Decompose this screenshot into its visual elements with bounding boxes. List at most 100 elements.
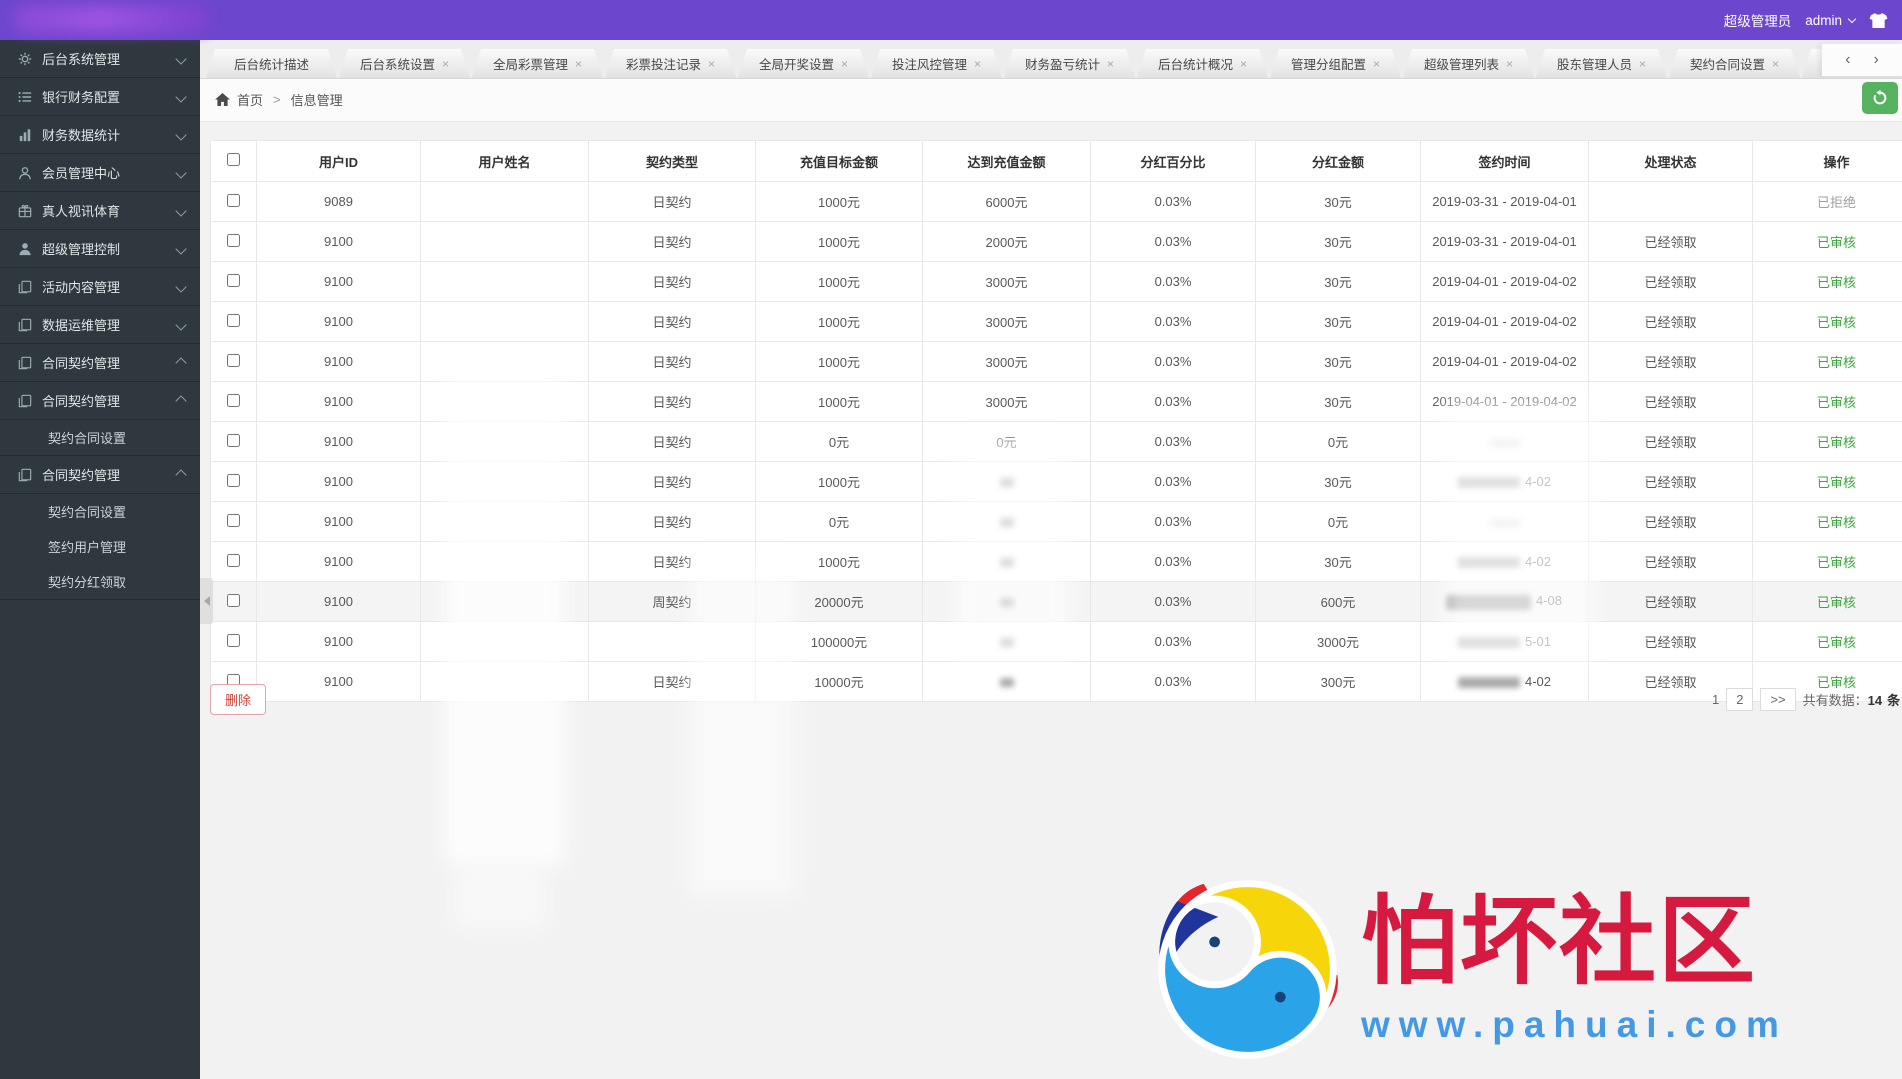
sidebar-item-8[interactable]: 合同契约管理 <box>0 344 200 382</box>
cell-contract-type: 日契约 <box>588 421 756 462</box>
sign-time-suffix: 4-02 <box>1524 674 1552 689</box>
sidebar-collapse-handle[interactable] <box>200 578 213 624</box>
tab-6[interactable]: 财务盈亏统计 × <box>1004 49 1135 78</box>
row-checkbox[interactable] <box>227 473 240 487</box>
sidebar-subitem[interactable]: 契约合同设置 <box>0 494 200 529</box>
sidebar-item-3[interactable]: 会员管理中心 <box>0 154 200 192</box>
row-checkbox[interactable] <box>227 433 240 447</box>
action-status-approved[interactable]: 已审核 <box>1817 515 1856 530</box>
action-status-approved[interactable]: 已审核 <box>1817 355 1856 370</box>
action-status-approved[interactable]: 已审核 <box>1817 235 1856 250</box>
row-checkbox[interactable] <box>227 233 240 247</box>
action-status-approved[interactable]: 已审核 <box>1817 595 1856 610</box>
sidebar-item-1[interactable]: 银行财务配置 <box>0 78 200 116</box>
row-checkbox[interactable] <box>227 393 240 407</box>
tab-8[interactable]: 管理分组配置 × <box>1270 49 1401 78</box>
tab-label: 彩票投注记录 <box>625 58 701 72</box>
sidebar-item-4[interactable]: 真人视讯体育 <box>0 192 200 230</box>
cell-target-amount: 20000元 <box>755 581 923 622</box>
cell-dividend-percent: 0.03% <box>1090 461 1256 502</box>
tab-2[interactable]: 全局彩票管理 × <box>472 49 603 78</box>
column-header: 充值目标金额 <box>755 140 923 182</box>
tab-close-icon[interactable]: × <box>442 58 449 70</box>
tab-5[interactable]: 投注风控管理 × <box>871 49 1002 78</box>
username-label: admin <box>1805 12 1842 28</box>
tab-close-icon[interactable]: × <box>1639 58 1646 70</box>
tab-3[interactable]: 彩票投注记录 × <box>605 49 736 78</box>
action-status-approved[interactable]: 已审核 <box>1817 275 1856 290</box>
sidebar-item-7[interactable]: 数据运维管理 <box>0 306 200 344</box>
sidebar-item-6[interactable]: 活动内容管理 <box>0 268 200 306</box>
sidebar-item-10[interactable]: 合同契约管理 <box>0 456 200 494</box>
select-all-checkbox[interactable] <box>227 153 240 166</box>
cell-process-status: 已经领取 <box>1588 301 1753 342</box>
tab-11[interactable]: 契约合同设置 × <box>1669 49 1800 78</box>
tab-close-icon[interactable]: × <box>708 58 715 70</box>
cell-dividend-amount: 30元 <box>1255 221 1421 262</box>
action-status-approved[interactable]: 已审核 <box>1817 475 1856 490</box>
tab-label: 后台统计描述 <box>233 58 309 72</box>
tab-0[interactable]: 后台统计描述 <box>206 49 337 78</box>
sidebar-subitem[interactable]: 签约用户管理 <box>0 529 200 564</box>
chevron-up-icon <box>175 394 187 407</box>
sidebar-subitem[interactable]: 契约分红领取 <box>0 564 200 599</box>
tab-7[interactable]: 后台统计概况 × <box>1137 49 1268 78</box>
cell-process-status <box>1588 181 1753 222</box>
sidebar-item-9[interactable]: 合同契约管理 <box>0 382 200 420</box>
page-button-1[interactable]: 1 <box>1712 692 1719 707</box>
row-checkbox[interactable] <box>227 193 240 207</box>
row-checkbox[interactable] <box>227 313 240 327</box>
user-menu[interactable]: admin <box>1805 12 1857 28</box>
page-button-2[interactable]: 2 <box>1726 688 1754 711</box>
cell-dividend-percent: 0.03% <box>1090 421 1256 462</box>
tab-scroll-right-icon[interactable]: › <box>1874 52 1879 68</box>
cell-sign-time: 2019-04-01 - 2019-04-02 <box>1420 261 1589 302</box>
sign-time-suffix: 4-02 <box>1524 554 1552 569</box>
tab-close-icon[interactable]: × <box>1373 58 1380 70</box>
tab-close-icon[interactable]: × <box>974 58 981 70</box>
row-checkbox[interactable] <box>227 513 240 527</box>
row-checkbox[interactable] <box>227 353 240 367</box>
row-checkbox[interactable] <box>227 633 240 647</box>
delete-button[interactable]: 删除 <box>210 684 267 715</box>
tab-4[interactable]: 全局开奖设置 × <box>738 49 869 78</box>
action-status-approved[interactable]: 已审核 <box>1817 555 1856 570</box>
sidebar-item-5[interactable]: 超级管理控制 <box>0 230 200 268</box>
action-status-approved[interactable]: 已审核 <box>1817 635 1856 650</box>
sidebar-subitem[interactable]: 契约合同设置 <box>0 420 200 455</box>
table-row: 9100 日契约 1000元 3000元 0.03% 30元 2019-04-01 - 20… <box>210 261 1902 302</box>
row-checkbox[interactable] <box>227 273 240 287</box>
cell-dividend-percent: 0.03% <box>1090 541 1256 582</box>
tab-close-icon[interactable]: × <box>841 58 848 70</box>
refresh-button[interactable] <box>1862 82 1898 114</box>
sidebar-item-0[interactable]: 后台系统管理 <box>0 40 200 78</box>
tab-1[interactable]: 后台系统设置 × <box>339 49 470 78</box>
tab-close-icon[interactable]: × <box>575 58 582 70</box>
tab-close-icon[interactable]: × <box>1506 58 1513 70</box>
tab-9[interactable]: 超级管理列表 × <box>1403 49 1534 78</box>
cell-dividend-percent: 0.03% <box>1090 581 1256 622</box>
theme-skin-icon[interactable] <box>1869 12 1888 29</box>
cell-process-status: 已经领取 <box>1588 421 1753 462</box>
breadcrumb-home[interactable]: 首页 <box>237 90 263 109</box>
tab-close-icon[interactable]: × <box>1107 58 1114 70</box>
table-row: 9100 日契约 1000元 2000元 0.03% 30元 2019-03-31 - 20… <box>210 221 1902 262</box>
sidebar-item-2[interactable]: 财务数据统计 <box>0 116 200 154</box>
cell-dividend-amount: 30元 <box>1255 181 1421 222</box>
tab-close-icon[interactable]: × <box>1772 58 1779 70</box>
action-status-approved[interactable]: 已审核 <box>1817 435 1856 450</box>
cell-target-amount: 100000元 <box>755 621 923 662</box>
action-status-approved[interactable]: 已审核 <box>1817 315 1856 330</box>
chevron-up-icon <box>175 468 187 481</box>
row-checkbox[interactable] <box>227 553 240 567</box>
cell-user-id: 9100 <box>256 381 421 422</box>
tab-10[interactable]: 股东管理人员 × <box>1536 49 1667 78</box>
row-checkbox[interactable] <box>227 593 240 607</box>
tab-scroll-left-icon[interactable]: ‹ <box>1845 52 1850 68</box>
tab-close-icon[interactable]: × <box>1240 58 1247 70</box>
page-button->>[interactable]: >> <box>1760 688 1796 711</box>
sidebar-item-label: 真人视讯体育 <box>42 204 121 219</box>
action-status-approved[interactable]: 已审核 <box>1817 395 1856 410</box>
cell-dividend-percent: 0.03% <box>1090 381 1256 422</box>
cell-target-amount: 1000元 <box>755 261 923 302</box>
